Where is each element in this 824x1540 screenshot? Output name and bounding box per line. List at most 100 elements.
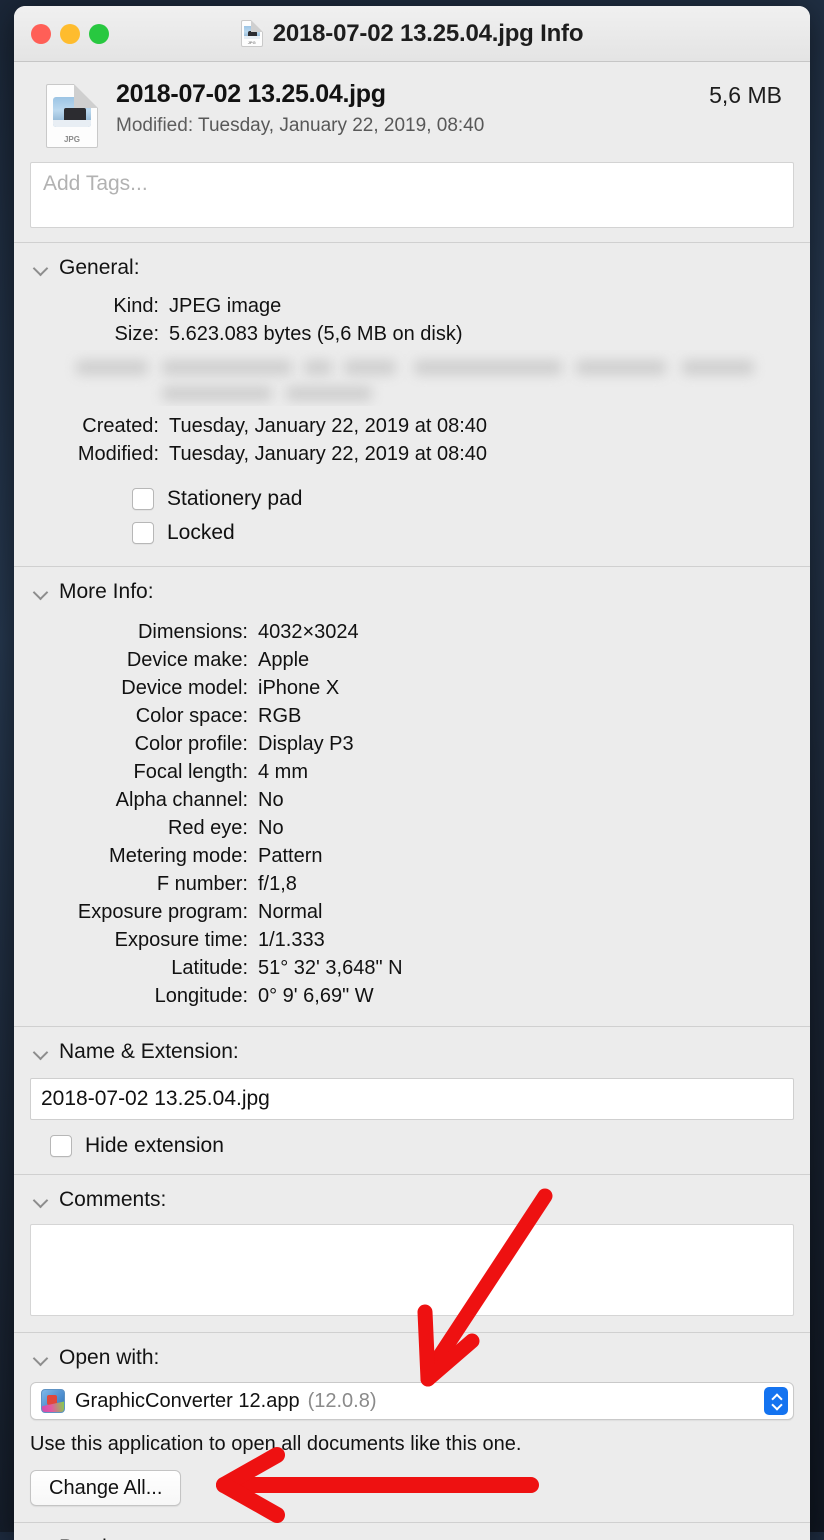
open-with-section-header[interactable]: Open with: [14, 1333, 810, 1380]
row-label: Color space: [14, 702, 248, 730]
chevron-down-icon[interactable] [34, 1193, 49, 1208]
close-button[interactable] [31, 24, 51, 44]
hide-extension-row[interactable]: Hide extension [14, 1120, 810, 1174]
general-rows: Kind: JPEG image Size: 5.623.083 bytes (… [14, 290, 810, 566]
info-row: Color profile:Display P3 [14, 730, 810, 758]
default-application-name: GraphicConverter 12.app [75, 1390, 300, 1413]
row-label: Kind: [14, 292, 159, 320]
traffic-lights [31, 24, 109, 44]
row-value: iPhone X [258, 674, 339, 702]
comments-textarea[interactable] [30, 1224, 794, 1316]
name-extension-section-header[interactable]: Name & Extension: [14, 1027, 810, 1074]
row-value: 4 mm [258, 758, 308, 786]
row-label: Metering mode: [14, 842, 248, 870]
row-label: Modified: [14, 440, 159, 468]
change-all-button[interactable]: Change All... [30, 1470, 181, 1506]
row-label: Longitude: [14, 982, 248, 1010]
zoom-button[interactable] [89, 24, 109, 44]
info-row: Metering mode: Pattern [14, 842, 810, 870]
row-label: Focal length: [14, 758, 248, 786]
row-label: F number: [14, 870, 248, 898]
row-label: Created: [14, 412, 159, 440]
general-section: General: Kind: JPEG image Size: 5.623.08… [14, 242, 810, 566]
modified-value: Tuesday, January 22, 2019, 08:40 [198, 115, 484, 136]
chevron-down-icon[interactable] [34, 261, 49, 276]
chevron-down-icon[interactable] [34, 1045, 49, 1060]
graphicconverter-app-icon [41, 1389, 65, 1413]
locked-row[interactable]: Locked [14, 516, 810, 550]
info-row: Kind: JPEG image [14, 292, 810, 320]
open-with-section-title: Open with: [59, 1346, 159, 1370]
file-header: JPG 2018-07-02 13.25.04.jpg Modified: Tu… [14, 62, 810, 162]
info-row: Modified: Tuesday, January 22, 2019 at 0… [14, 440, 810, 468]
row-value: 4032×3024 [258, 618, 359, 646]
open-with-note: Use this application to open all documen… [30, 1433, 794, 1456]
row-value: 0° 9' 6,69" W [258, 982, 374, 1010]
name-extension-section-title: Name & Extension: [59, 1040, 239, 1064]
info-row: F number: f/1,8 [14, 870, 810, 898]
comments-section: Comments: [14, 1174, 810, 1316]
row-label: Dimensions: [14, 618, 248, 646]
default-application-popup[interactable]: GraphicConverter 12.app (12.0.8) [30, 1382, 794, 1420]
info-row: Red eye:No [14, 814, 810, 842]
file-name-input[interactable]: 2018-07-02 13.25.04.jpg [30, 1078, 794, 1120]
info-row: Focal length: 4 mm [14, 758, 810, 786]
stationery-pad-checkbox[interactable] [132, 488, 154, 510]
file-preview-icon[interactable]: JPG [46, 84, 98, 148]
info-row: Exposure time: 1/1.333 [14, 926, 810, 954]
more-info-section: More Info: Dimensions: 4032×3024Device ma… [14, 566, 810, 1026]
name-extension-section: Name & Extension: 2018-07-02 13.25.04.jp… [14, 1026, 810, 1174]
row-value: 5.623.083 bytes (5,6 MB on disk) [169, 320, 463, 348]
info-row: Created: Tuesday, January 22, 2019 at 08… [14, 412, 810, 440]
info-row: Latitude: 51° 32' 3,648" N [14, 954, 810, 982]
stationery-pad-row[interactable]: Stationery pad [14, 482, 810, 516]
add-tags-input[interactable]: Add Tags... [30, 162, 794, 228]
preview-section-title: Preview: [59, 1536, 140, 1540]
hide-extension-label: Hide extension [85, 1134, 224, 1158]
tags-section: Add Tags... [14, 162, 810, 242]
chevron-updown-icon[interactable] [764, 1387, 788, 1415]
row-label: Exposure time: [14, 926, 248, 954]
row-value: Pattern [258, 842, 322, 870]
row-value: 1/1.333 [258, 926, 325, 954]
row-value: JPEG image [169, 292, 281, 320]
general-section-title: General: [59, 256, 140, 280]
row-value: Tuesday, January 22, 2019 at 08:40 [169, 412, 487, 440]
default-application-version: (12.0.8) [308, 1390, 377, 1413]
row-value: f/1,8 [258, 870, 297, 898]
chevron-down-icon[interactable] [34, 585, 49, 600]
hide-extension-checkbox[interactable] [50, 1135, 72, 1157]
row-label: Red eye: [14, 814, 248, 842]
row-label: Device model: [14, 674, 248, 702]
minimize-button[interactable] [60, 24, 80, 44]
add-tags-placeholder: Add Tags... [43, 172, 148, 195]
row-value: No [258, 786, 284, 814]
row-label: Latitude: [14, 954, 248, 982]
get-info-window: JPG 2018-07-02 13.25.04.jpg Info JPG 201… [14, 6, 810, 1540]
window-title-bar[interactable]: JPG 2018-07-02 13.25.04.jpg Info [14, 6, 810, 62]
jpg-document-icon: JPG [241, 20, 263, 47]
locked-label: Locked [167, 521, 235, 545]
locked-checkbox[interactable] [132, 522, 154, 544]
info-row: Alpha channel: No [14, 786, 810, 814]
info-row: Exposure program:Normal [14, 898, 810, 926]
chevron-down-icon[interactable] [34, 1351, 49, 1366]
row-value: 51° 32' 3,648" N [258, 954, 403, 982]
info-row: Dimensions: 4032×3024 [14, 618, 810, 646]
row-value: Apple [258, 646, 309, 674]
comments-section-title: Comments: [59, 1188, 166, 1212]
row-value: Display P3 [258, 730, 354, 758]
window-title: 2018-07-02 13.25.04.jpg Info [273, 20, 584, 48]
row-value: RGB [258, 702, 301, 730]
file-name-input-value: 2018-07-02 13.25.04.jpg [41, 1087, 270, 1111]
row-value: Tuesday, January 22, 2019 at 08:40 [169, 440, 487, 468]
info-row: Device make:Apple [14, 646, 810, 674]
row-label: Alpha channel: [14, 786, 248, 814]
file-modified-line: Modified: Tuesday, January 22, 2019, 08:… [116, 115, 699, 137]
more-info-section-header[interactable]: More Info: [14, 567, 810, 614]
row-value: Normal [258, 898, 322, 926]
comments-section-header[interactable]: Comments: [14, 1175, 810, 1222]
general-section-header[interactable]: General: [14, 243, 810, 290]
where-row-redacted [14, 350, 810, 406]
info-row: Size: 5.623.083 bytes (5,6 MB on disk) [14, 320, 810, 348]
